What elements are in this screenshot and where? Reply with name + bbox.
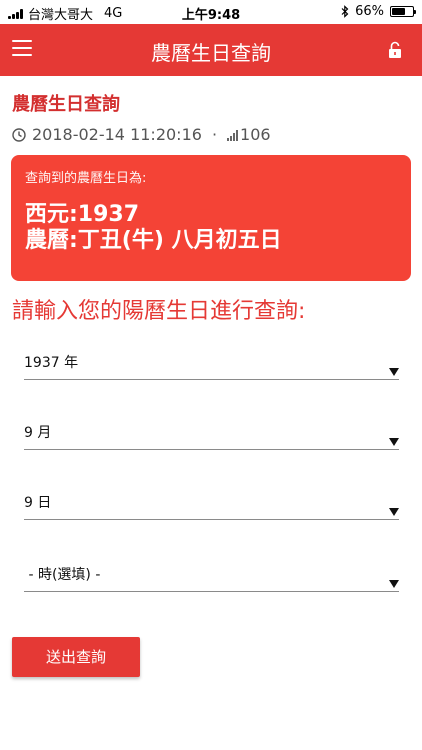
hour-select[interactable]: - 時(選填) - bbox=[24, 558, 399, 592]
year-select-value: 1937 年 bbox=[24, 355, 79, 371]
page-title: 農曆生日查詢 bbox=[12, 94, 120, 115]
timestamp: 2018-02-14 11:20:16 bbox=[32, 125, 202, 144]
dropdown-arrow-icon bbox=[389, 580, 399, 588]
month-select[interactable]: 9 月 bbox=[24, 416, 399, 450]
view-count: 106 bbox=[240, 125, 271, 144]
result-lunar-date: 農曆:丁丑(牛) 八月初五日 bbox=[25, 228, 282, 253]
submit-button[interactable]: 送出查詢 bbox=[12, 637, 140, 677]
dropdown-arrow-icon bbox=[389, 368, 399, 376]
bluetooth-icon bbox=[341, 5, 349, 18]
meta-row: 2018-02-14 11:20:16 · 106 bbox=[12, 125, 271, 144]
dropdown-arrow-icon bbox=[389, 508, 399, 516]
lock-icon[interactable] bbox=[388, 41, 402, 59]
app-bar-title: 農曆生日查詢 bbox=[151, 41, 271, 65]
meta-separator: · bbox=[211, 125, 218, 144]
result-western-year: 西元:1937 bbox=[25, 202, 140, 227]
app-bar: 農曆生日查詢 bbox=[0, 24, 422, 76]
dropdown-arrow-icon bbox=[389, 438, 399, 446]
clock-icon bbox=[12, 127, 26, 142]
hamburger-menu-icon[interactable] bbox=[12, 40, 32, 56]
result-card: 查詢到的農曆生日為: 西元:1937 農曆:丁丑(牛) 八月初五日 bbox=[11, 155, 411, 281]
status-right: 66% bbox=[341, 4, 416, 19]
day-select-value: 9 日 bbox=[24, 495, 52, 511]
status-bar: 台灣大哥大 4G 上午9:48 66% bbox=[0, 0, 422, 24]
form-prompt: 請輸入您的陽曆生日進行查詢: bbox=[12, 299, 306, 324]
battery-icon bbox=[390, 6, 416, 17]
result-caption: 查詢到的農曆生日為: bbox=[25, 171, 147, 186]
day-select[interactable]: 9 日 bbox=[24, 486, 399, 520]
signal-bars-icon bbox=[227, 129, 239, 141]
hour-select-value: - 時(選填) - bbox=[24, 567, 101, 583]
battery-percent: 66% bbox=[355, 4, 384, 19]
battery-level bbox=[392, 8, 406, 15]
year-select[interactable]: 1937 年 bbox=[24, 346, 399, 380]
month-select-value: 9 月 bbox=[24, 425, 52, 441]
